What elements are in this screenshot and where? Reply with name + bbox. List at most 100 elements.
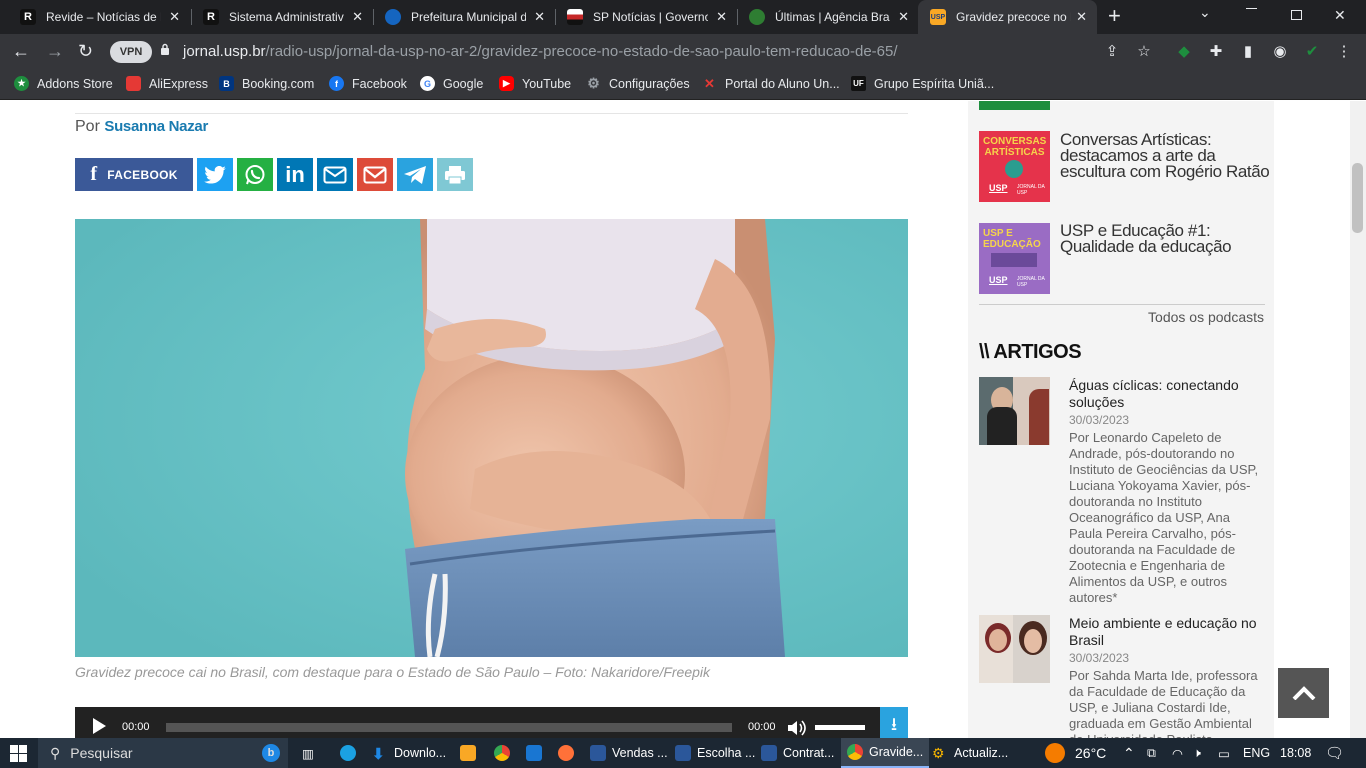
close-tab-icon[interactable]: ✕ [169, 9, 180, 25]
volume-slider[interactable] [815, 725, 865, 730]
share-linkedin-button[interactable]: in [277, 158, 313, 191]
forward-arrow-icon[interactable]: → [46, 40, 64, 62]
task-view-icon[interactable]: ▥ [302, 738, 314, 768]
close-tab-icon[interactable]: ✕ [898, 9, 909, 25]
share-facebook-button[interactable]: f FACEBOOK [75, 158, 193, 191]
close-tab-icon[interactable]: ✕ [1076, 9, 1087, 25]
youtube-icon: ▶ [499, 76, 514, 91]
share-whatsapp-button[interactable] [237, 158, 273, 191]
article-thumbnail[interactable] [979, 377, 1050, 445]
article-date: 30/03/2023 [1069, 413, 1130, 427]
article-thumbnail[interactable] [979, 615, 1050, 683]
taskbar-search[interactable]: ⚲ Pesquisar b [38, 738, 288, 768]
windows-start-icon[interactable] [10, 745, 27, 762]
podcast-title-link[interactable]: USP e Educação #1: Qualidade da educação [1060, 222, 1270, 255]
taskbar-app-contrat[interactable]: Contrat... [761, 738, 834, 768]
share-email-button[interactable] [317, 158, 353, 191]
usp-favicon-icon: USP [930, 9, 946, 25]
extensions-puzzle-icon[interactable]: ✚ [1207, 42, 1225, 60]
bookmark-portal-aluno[interactable]: ✕ Portal do Aluno Un... [702, 76, 840, 91]
podcast-cover-usp-e-educacao[interactable]: USP E EDUCAÇÃO USP JORNAL DA USP [979, 223, 1050, 294]
taskbar-app-actualiz[interactable]: ⚙ Actualiz... [932, 738, 1008, 768]
lock-icon[interactable] [160, 43, 170, 56]
article-title-link[interactable]: Meio ambiente e educação no Brasil [1069, 615, 1265, 649]
clock[interactable]: 18:08 [1280, 738, 1311, 768]
podcast-title-link[interactable]: Conversas Artísticas: destacamos a arte … [1060, 131, 1270, 180]
browser-tab-strip: R Revide – Notícias de Ribeirão ✕ R Sist… [0, 0, 1366, 34]
chevron-up-icon[interactable]: ⌃ [1123, 738, 1135, 768]
bookmark-google[interactable]: G Google [420, 76, 483, 91]
reload-icon[interactable]: ↻ [78, 40, 93, 62]
taskbar-app-vendas[interactable]: Vendas ... [590, 738, 668, 768]
tab-gravidez-precoce[interactable]: USP Gravidez precoce no Estado ✕ [918, 0, 1097, 34]
photo-caption: Gravidez precoce cai no Brasil, com dest… [75, 664, 711, 680]
facebook-icon: f [329, 76, 344, 91]
taskbar-app-gravidez[interactable]: Gravide... [841, 738, 930, 768]
taskbar-app-downloads[interactable]: ⬇ Downlo... [372, 738, 446, 768]
address-bar[interactable]: jornal.usp.br/radio-usp/jornal-da-usp-no… [183, 43, 898, 60]
author-link[interactable]: Susanna Nazar [104, 118, 208, 135]
notifications-icon[interactable]: 🗨 [1325, 738, 1344, 768]
speaker-muted-icon[interactable]: 🕨 [1193, 738, 1201, 768]
close-window-icon[interactable]: ✕ [1334, 7, 1346, 24]
side-panel-icon[interactable]: ▮ [1239, 42, 1257, 60]
print-button[interactable] [437, 158, 473, 191]
share-icon[interactable]: ⇪ [1103, 42, 1121, 60]
bookmark-star-icon[interactable]: ☆ [1135, 42, 1153, 60]
bookmark-booking[interactable]: B Booking.com [219, 76, 314, 91]
language-indicator[interactable]: ENG [1243, 738, 1270, 768]
weather-widget[interactable]: 26°C [1045, 738, 1106, 768]
share-gmail-button[interactable] [357, 158, 393, 191]
tab-sp-noticias[interactable]: SP Notícias | Governo ✕ [555, 0, 737, 34]
restore-icon[interactable] [1291, 10, 1302, 20]
duration-time: 00:00 [748, 721, 776, 733]
taskbar-app-escolha[interactable]: Escolha ... [675, 738, 755, 768]
close-tab-icon[interactable]: ✕ [716, 9, 727, 25]
edge-browser-icon[interactable] [340, 738, 362, 768]
new-tab-button[interactable]: + [1108, 5, 1121, 27]
microsoft-store-icon[interactable] [460, 738, 482, 768]
tab-agencia-brasil[interactable]: Últimas | Agência Brasil ✕ [737, 0, 919, 34]
tab-title: Gravidez precoce no Estado [956, 10, 1071, 24]
volume-icon[interactable] [787, 719, 807, 737]
scrollbar-thumb[interactable] [1352, 163, 1363, 233]
education-illustration-icon [991, 253, 1037, 267]
security-shield-icon[interactable]: ✔ [1303, 42, 1321, 60]
firefox-icon[interactable] [558, 738, 580, 768]
chrome-icon[interactable] [494, 738, 516, 768]
battery-icon[interactable]: ▭ [1218, 738, 1230, 768]
podcast-cover-conversas-artisticas[interactable]: CONVERSAS ARTÍSTICAS USP JORNAL DA USP [979, 131, 1050, 202]
bookmark-grupo-espirita[interactable]: UF Grupo Espírita Uniã... [851, 76, 994, 91]
menu-kebab-icon[interactable]: ⋮ [1335, 42, 1353, 60]
bookmark-addons-store[interactable]: ★ Addons Store [14, 76, 113, 91]
podcast-cover-partial [979, 101, 1050, 110]
tab-search-chevron-icon[interactable]: ⌄ [1199, 4, 1211, 21]
updater-icon: ⚙ [932, 745, 945, 761]
close-tab-icon[interactable]: ✕ [534, 9, 545, 25]
all-podcasts-link[interactable]: Todos os podcasts [1148, 309, 1264, 325]
audio-progress-bar[interactable] [166, 723, 732, 732]
bookmark-configuracoes[interactable]: ⚙ Configurações [586, 75, 689, 91]
vpn-badge[interactable]: VPN [110, 41, 152, 63]
mail-icon[interactable] [526, 738, 548, 768]
close-tab-icon[interactable]: ✕ [352, 9, 363, 25]
article-title-link[interactable]: Águas cíclicas: conectando soluções [1069, 377, 1265, 411]
meet-now-icon[interactable]: ⧉ [1147, 738, 1156, 768]
wifi-icon[interactable]: ◠ [1172, 738, 1183, 768]
tab-sistema-administrativo[interactable]: R Sistema Administrativo ✕ [191, 0, 373, 34]
profile-icon[interactable]: ◉ [1271, 42, 1289, 60]
bookmark-aliexpress[interactable]: AliExpress [126, 76, 208, 91]
tab-prefeitura[interactable]: Prefeitura Municipal de ✕ [373, 0, 555, 34]
share-telegram-button[interactable] [397, 158, 433, 191]
vpn-extension-icon[interactable]: ◆ [1175, 42, 1193, 60]
tab-revide[interactable]: R Revide – Notícias de Ribeirão ✕ [8, 0, 190, 34]
download-icon[interactable]: ⭳ [880, 707, 908, 738]
back-to-top-button[interactable] [1278, 668, 1329, 718]
telegram-paper-plane-icon [404, 165, 426, 184]
play-icon[interactable] [93, 718, 106, 734]
bookmark-facebook[interactable]: f Facebook [329, 76, 407, 91]
share-twitter-button[interactable] [197, 158, 233, 191]
minimize-icon[interactable] [1246, 8, 1257, 9]
back-arrow-icon[interactable]: ← [12, 40, 30, 62]
bookmark-youtube[interactable]: ▶ YouTube [499, 76, 571, 91]
